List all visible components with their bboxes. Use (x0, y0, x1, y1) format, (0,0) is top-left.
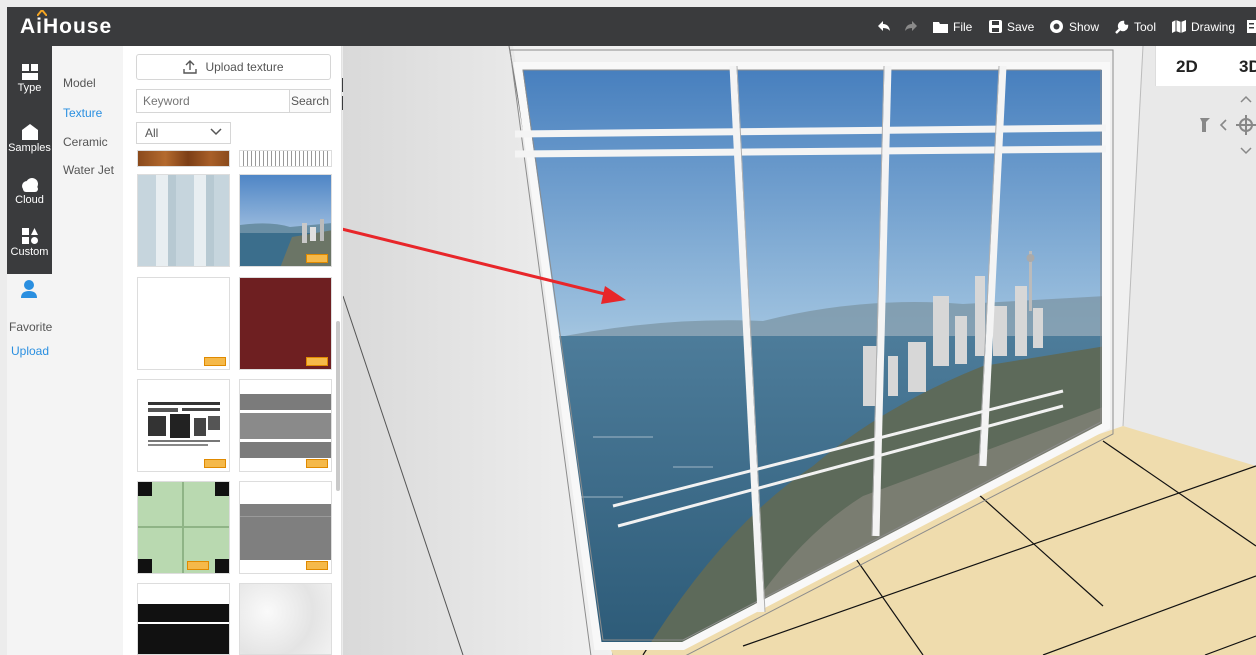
category-model[interactable]: Model (63, 76, 96, 90)
pan-arrow-icon[interactable] (1200, 118, 1212, 132)
category-column: Model Texture Ceramic Water Jet (52, 46, 123, 655)
nav-label-type: Type (17, 82, 42, 94)
search-button[interactable]: Search (289, 90, 330, 112)
show-label: Show (1069, 19, 1100, 34)
chevron-up-icon[interactable] (1240, 95, 1252, 103)
category-ceramic[interactable]: Ceramic (63, 135, 108, 149)
nav-item-user[interactable] (7, 274, 52, 306)
file-menu-label: File (953, 19, 973, 34)
texture-thumb-black-bands[interactable] (137, 583, 230, 655)
chevron-left-icon[interactable] (1219, 119, 1227, 131)
texture-thumb-gray-block[interactable] (239, 481, 332, 574)
nav-label-custom: Custom (10, 246, 49, 258)
left-nav: Type Samples Cloud Custom Favorite Uploa… (7, 46, 52, 655)
undo-icon[interactable] (877, 19, 891, 38)
badge-icon (306, 254, 328, 263)
samples-icon (21, 124, 38, 140)
app-root: AiHouse File Save Show Tool Drawing Type… (0, 0, 1256, 655)
texture-thumb-plaster[interactable] (239, 583, 332, 655)
texture-thumb-gray-bands[interactable] (239, 379, 332, 472)
upload-texture-label: Upload texture (205, 60, 284, 74)
type-icon (21, 64, 38, 80)
drawing-menu[interactable]: Drawing (1172, 7, 1235, 46)
texture-thumb-seaview[interactable] (239, 174, 332, 267)
eye-icon (1050, 20, 1063, 33)
nav-item-cloud[interactable]: Cloud (7, 178, 52, 206)
badge-icon (306, 459, 328, 468)
app-logo: AiHouse (20, 15, 113, 38)
room-scene (343, 46, 1256, 655)
tool-label: Tool (1134, 19, 1157, 34)
badge-icon (204, 357, 226, 366)
nav-item-samples[interactable]: Samples (7, 124, 52, 154)
category-water-jet[interactable]: Water Jet (63, 163, 114, 177)
chevron-down-icon (210, 128, 222, 136)
upload-icon (183, 60, 198, 74)
badge-icon (306, 561, 328, 570)
nav-item-custom[interactable]: Custom (7, 228, 52, 258)
save-icon (989, 20, 1002, 33)
view-navigator (1198, 93, 1256, 157)
wrench-icon (1115, 20, 1129, 34)
nav-label-samples: Samples (8, 142, 51, 154)
nav-submenu: Favorite Upload (7, 306, 52, 655)
target-icon[interactable] (1236, 115, 1256, 135)
redo-icon[interactable] (904, 19, 918, 38)
cloud-icon (21, 178, 38, 192)
badge-icon (204, 459, 226, 468)
tool-menu[interactable]: Tool (1115, 7, 1156, 46)
badge-icon (306, 357, 328, 366)
more-icon[interactable] (1247, 20, 1256, 38)
material-panel: Upload texture Search All (123, 46, 342, 655)
save-button[interactable]: Save (989, 7, 1034, 46)
file-menu[interactable]: File (933, 7, 972, 46)
3d-viewport[interactable] (343, 46, 1256, 655)
tab-3d[interactable]: 3D (1239, 57, 1256, 77)
category-texture[interactable]: Texture (63, 106, 102, 120)
show-menu[interactable]: Show (1049, 7, 1099, 46)
user-icon (21, 280, 37, 298)
upload-texture-button[interactable]: Upload texture (136, 54, 331, 80)
panel-scrollbar[interactable] (336, 321, 340, 491)
nav-label-cloud: Cloud (15, 194, 44, 206)
search-input[interactable] (137, 90, 289, 112)
texture-thumb-ruler[interactable] (239, 150, 332, 167)
texture-thumb-stripes[interactable] (137, 174, 230, 267)
custom-icon (21, 228, 38, 244)
search-box: Search (136, 89, 331, 113)
drawing-label: Drawing (1191, 19, 1236, 34)
map-icon (1172, 20, 1186, 33)
nav-item-type[interactable]: Type (7, 64, 52, 94)
texture-thumb-maroon[interactable] (239, 277, 332, 370)
folder-icon (933, 21, 948, 33)
texture-thumb-white[interactable] (137, 277, 230, 370)
filter-select[interactable]: All (136, 122, 231, 144)
badge-icon (187, 561, 209, 570)
view-mode-tabs: 2D 3D (1155, 46, 1256, 86)
texture-thumb-wood[interactable] (137, 150, 230, 167)
chevron-down-icon[interactable] (1240, 147, 1252, 155)
top-toolbar: AiHouse File Save Show Tool Drawing (7, 7, 1256, 46)
tab-2d[interactable]: 2D (1176, 57, 1198, 77)
texture-thumb-typography[interactable] (137, 379, 230, 472)
texture-thumb-green-tile[interactable] (137, 481, 230, 574)
filter-value: All (145, 126, 159, 140)
save-label: Save (1007, 19, 1035, 34)
